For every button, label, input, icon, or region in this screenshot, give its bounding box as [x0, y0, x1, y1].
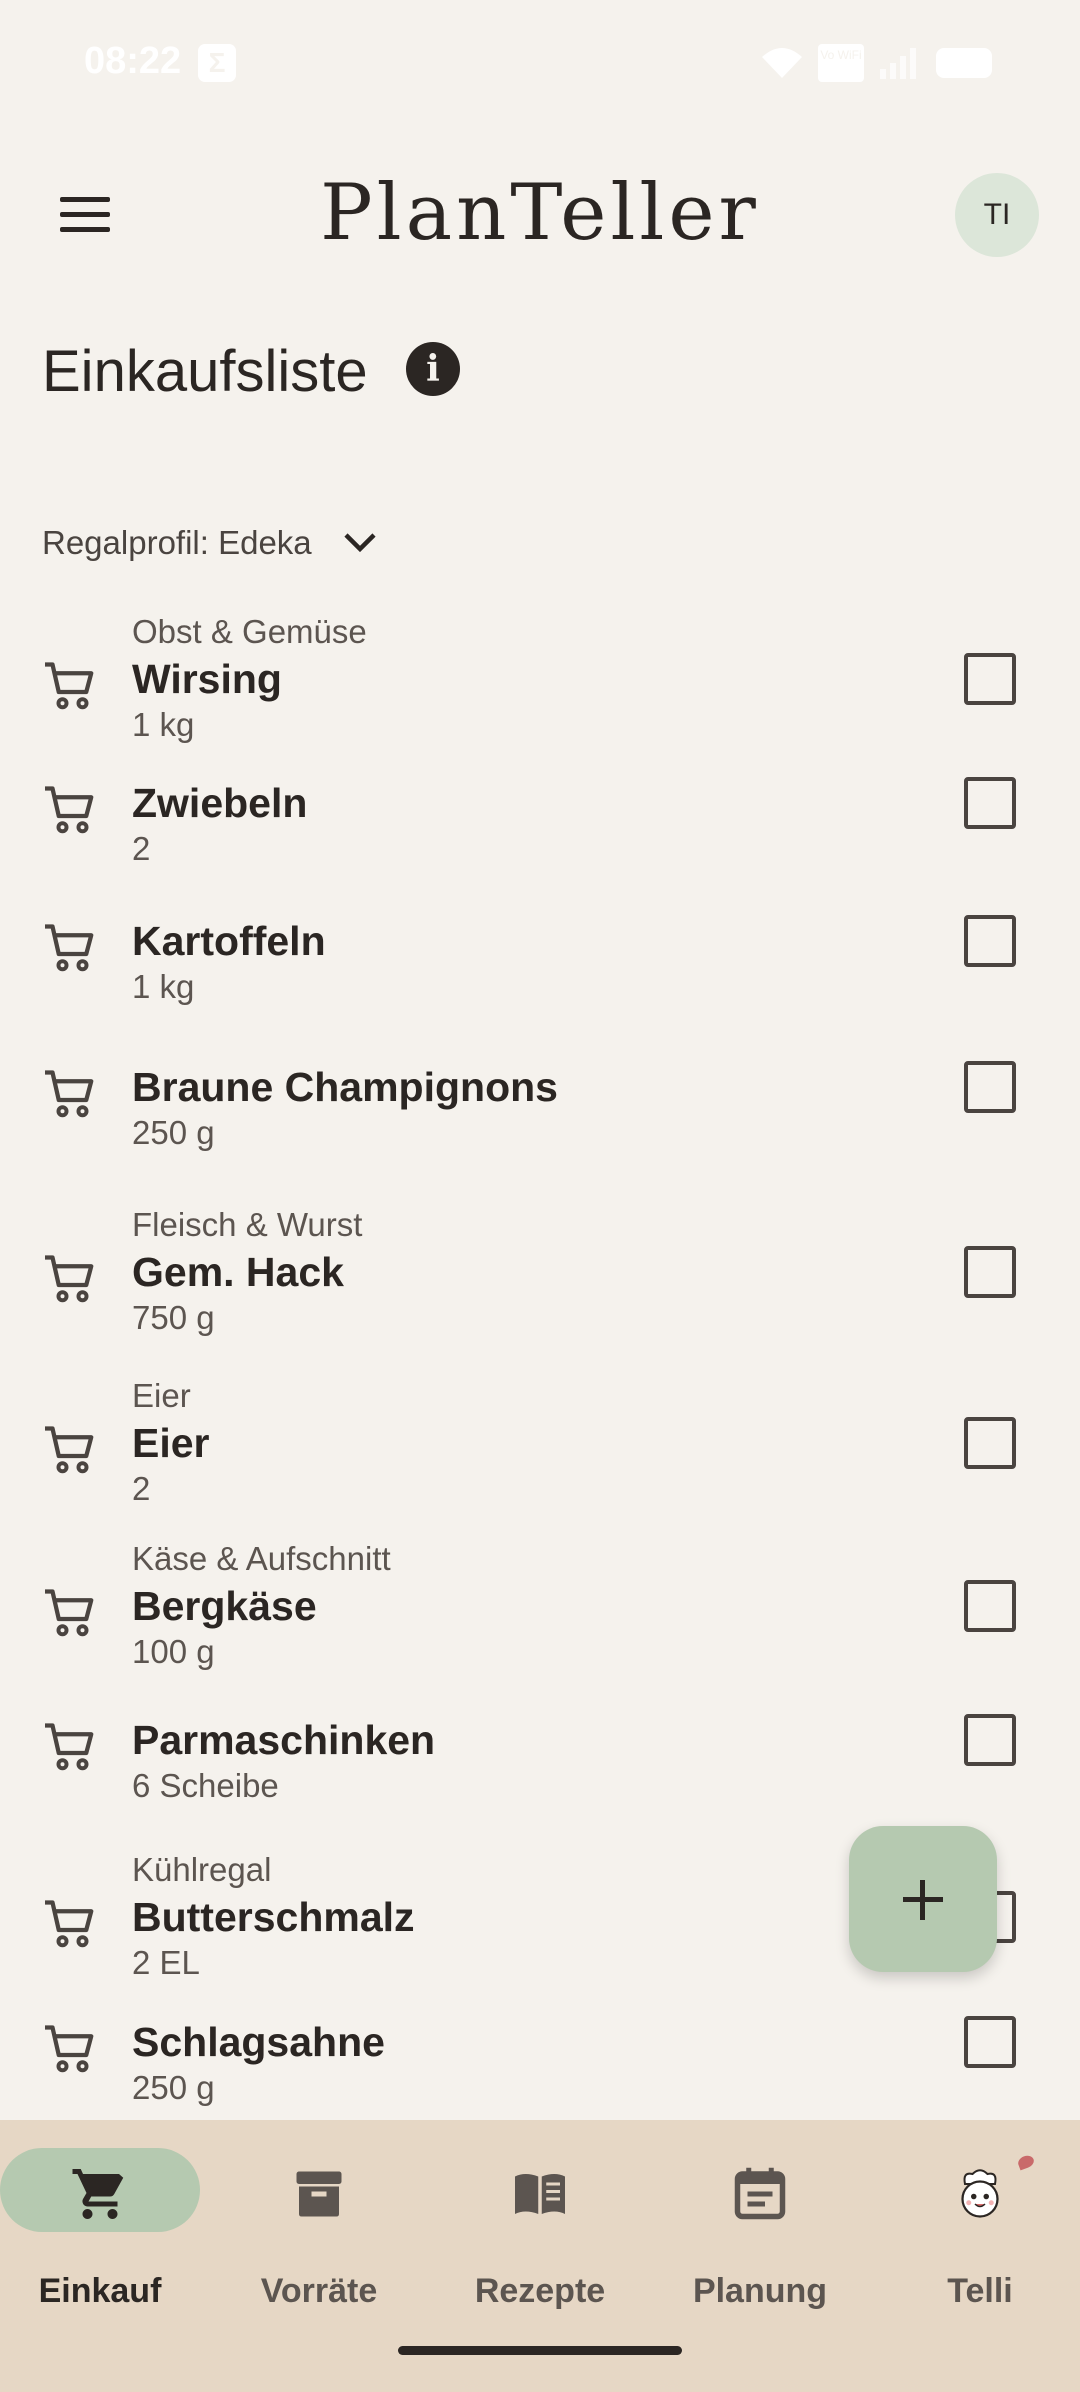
nav-item-planung[interactable]: Planung: [652, 2120, 868, 2350]
item-name: Kartoffeln: [132, 918, 326, 964]
nav-item-einkauf[interactable]: Einkauf: [0, 2120, 208, 2350]
item-quantity: 2: [132, 830, 151, 867]
item-checkbox[interactable]: [964, 1580, 1016, 1632]
item-name: Butterschmalz: [132, 1894, 415, 1940]
item-text: Fleisch & Wurst Gem. Hack 750 g: [132, 1203, 362, 1339]
item-quantity: 250 g: [132, 1114, 215, 1151]
item-text: Parmaschinken 6 Scheibe: [132, 1715, 435, 1807]
info-icon[interactable]: i: [406, 342, 460, 396]
nav-item-vorräte[interactable]: Vorräte: [211, 2120, 427, 2350]
item-checkbox[interactable]: [964, 1246, 1016, 1298]
item-checkbox[interactable]: [964, 2016, 1016, 2068]
signal-icon: [880, 48, 916, 79]
list-item[interactable]: Schlagsahne 250 g: [0, 1993, 1080, 2133]
cart-icon: [40, 1895, 100, 1955]
item-text: Kühlregal Butterschmalz 2 EL: [132, 1848, 415, 1984]
list-item[interactable]: Parmaschinken 6 Scheibe: [0, 1683, 1080, 1838]
nav-label: Planung: [692, 2272, 828, 2310]
item-quantity: 2: [132, 1470, 151, 1507]
nav-label: Vorräte: [260, 2272, 378, 2310]
item-category: Kühlregal: [132, 1851, 272, 1888]
item-text: Käse & Aufschnitt Bergkäse 100 g: [132, 1537, 391, 1673]
list-item[interactable]: Käse & Aufschnitt Bergkäse 100 g: [0, 1527, 1080, 1683]
cart-icon: [40, 1065, 100, 1125]
item-name: Schlagsahne: [132, 2019, 385, 2065]
item-name: Eier: [132, 1420, 210, 1466]
cart-icon: [40, 781, 100, 841]
battery-icon: [936, 48, 992, 78]
item-quantity: 1 kg: [132, 968, 195, 1005]
nav-item-telli[interactable]: Telli: [872, 2120, 1080, 2350]
add-item-button[interactable]: [849, 1826, 997, 1972]
nav-label: Rezepte: [474, 2272, 606, 2310]
item-text: Obst & Gemüse Wirsing 1 kg: [132, 610, 367, 746]
list-item[interactable]: Kartoffeln 1 kg: [0, 893, 1080, 1030]
item-text: Eier Eier 2: [132, 1374, 210, 1510]
item-checkbox[interactable]: [964, 915, 1016, 967]
item-category: Obst & Gemüse: [132, 613, 367, 650]
chevron-down-icon: [344, 533, 376, 553]
item-quantity: 750 g: [132, 1299, 215, 1336]
item-text: Braune Champignons 250 g: [132, 1062, 558, 1154]
wifi-icon: [762, 48, 802, 78]
status-indicators: Vo WiFi: [760, 44, 992, 82]
nav-label: Telli: [947, 2272, 1013, 2310]
list-item[interactable]: Obst & Gemüse Wirsing 1 kg: [0, 600, 1080, 755]
chef-mascot-icon: [950, 2164, 1010, 2224]
item-quantity: 250 g: [132, 2069, 215, 2106]
item-quantity: 1 kg: [132, 706, 195, 743]
nav-item-rezepte[interactable]: Rezepte: [432, 2120, 648, 2350]
home-indicator: [398, 2346, 682, 2355]
item-name: Parmaschinken: [132, 1717, 436, 1763]
item-category: Fleisch & Wurst: [132, 1206, 363, 1243]
shelf-profile-dropdown[interactable]: Regalprofil: Edeka: [42, 520, 378, 566]
nav-label: Einkauf: [38, 2272, 162, 2310]
item-name: Bergkäse: [132, 1583, 317, 1629]
item-checkbox[interactable]: [964, 1714, 1016, 1766]
cart-icon: [70, 2164, 130, 2224]
item-checkbox[interactable]: [964, 1417, 1016, 1469]
cart-icon: [40, 1250, 100, 1310]
item-name: Gem. Hack: [132, 1249, 344, 1295]
status-time: 08:22: [84, 40, 182, 82]
item-text: Kartoffeln 1 kg: [132, 916, 326, 1008]
list-item[interactable]: Zwiebeln 2: [0, 755, 1080, 893]
item-checkbox[interactable]: [964, 1061, 1016, 1113]
volte-icon: Vo WiFi: [818, 44, 864, 82]
list-item[interactable]: Fleisch & Wurst Gem. Hack 750 g: [0, 1185, 1080, 1356]
cart-icon: [40, 657, 100, 717]
cart-icon: [40, 1421, 100, 1481]
status-bar: 08:22 Σ Vo WiFi: [0, 0, 1080, 125]
item-checkbox[interactable]: [964, 777, 1016, 829]
cart-icon: [40, 2020, 100, 2080]
cart-icon: [40, 1718, 100, 1778]
item-category: Eier: [132, 1377, 191, 1414]
item-name: Braune Champignons: [132, 1064, 558, 1110]
notification-app-icon: Σ: [198, 44, 236, 82]
item-text: Schlagsahne 250 g: [132, 2017, 385, 2109]
item-quantity: 2 EL: [132, 1944, 200, 1981]
item-category: Käse & Aufschnitt: [132, 1540, 391, 1577]
calendar-icon: [730, 2164, 790, 2224]
app-logo: PlanTeller: [320, 168, 760, 258]
item-checkbox[interactable]: [964, 653, 1016, 705]
item-text: Zwiebeln 2: [132, 778, 307, 870]
page-title: Einkaufsliste: [42, 339, 368, 404]
shelf-profile-label: Regalprofil: Edeka: [42, 524, 312, 561]
notification-dot: [1016, 2153, 1036, 2171]
list-item[interactable]: Braune Champignons 250 g: [0, 1030, 1080, 1185]
cart-icon: [40, 919, 100, 979]
item-quantity: 100 g: [132, 1633, 215, 1670]
cart-icon: [40, 1584, 100, 1644]
avatar[interactable]: TI: [955, 173, 1039, 257]
item-name: Zwiebeln: [132, 780, 308, 826]
item-quantity: 6 Scheibe: [132, 1767, 279, 1804]
open-book-icon: [510, 2164, 570, 2224]
list-item[interactable]: Eier Eier 2: [0, 1356, 1080, 1527]
item-name: Wirsing: [132, 656, 282, 702]
archive-box-icon: [289, 2164, 349, 2224]
